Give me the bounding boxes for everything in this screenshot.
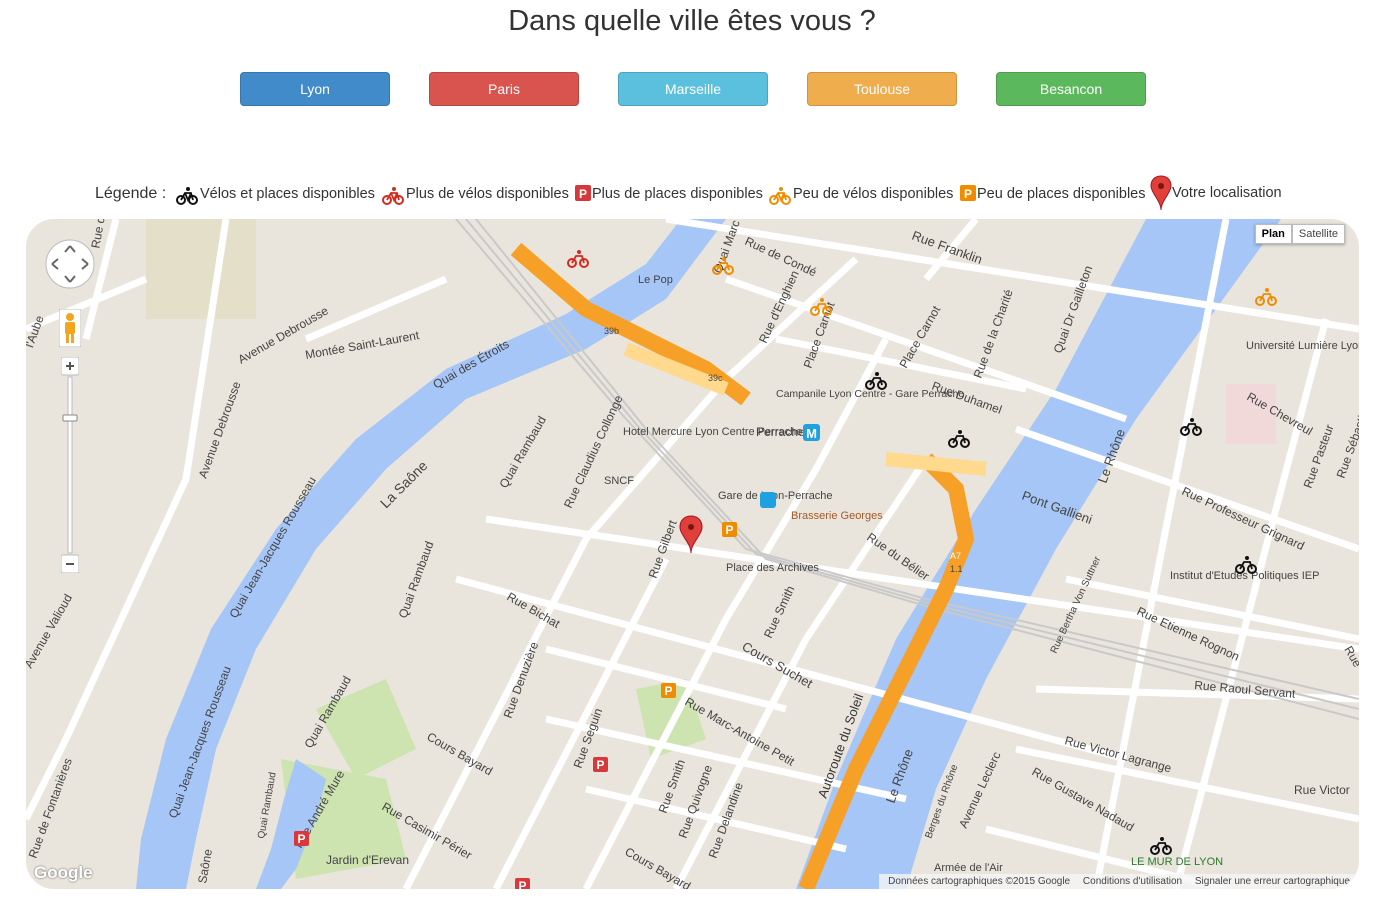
legend-label-few-places: Peu de places disponibles <box>977 186 1146 202</box>
svg-text:P: P <box>664 684 672 698</box>
map-label: Rue Smith <box>656 758 688 815</box>
map-label: 1.1 <box>950 564 963 574</box>
map-label: Rue Sébastien <box>1334 401 1359 480</box>
map-label: Armée de l'Air <box>934 862 1003 874</box>
map-label: l'Aube <box>26 313 47 349</box>
city-button-besancon[interactable]: Besancon <box>996 72 1146 106</box>
page-title: Dans quelle ville êtes vous ? <box>508 5 876 37</box>
report-error-link[interactable]: Signaler une erreur cartographique <box>1195 876 1350 887</box>
parking-red-icon[interactable]: P <box>294 831 309 846</box>
map-base-layer[interactable]: Rue de la Soeur Bouvier l'Aube Avenue De… <box>26 219 1359 889</box>
google-logo[interactable]: Google <box>34 863 93 883</box>
legend-label-location: Votre localisation <box>1172 185 1282 201</box>
legend-label-no-places: Plus de places disponibles <box>592 186 763 202</box>
zoom-control[interactable] <box>61 357 79 573</box>
svg-text:P: P <box>964 187 972 201</box>
bike-black-icon <box>176 187 198 205</box>
map-label: Perrache <box>756 425 805 439</box>
map-label: Rue Victor <box>1294 783 1350 797</box>
city-button-lyon[interactable]: Lyon <box>240 72 390 106</box>
map-label: Avenue Leclerc <box>956 750 1004 831</box>
map-label: Quai Rambaud <box>256 771 279 839</box>
parking-orange-icon: P <box>960 185 976 201</box>
map-data-credit: Données cartographiques ©2015 Google <box>888 876 1071 887</box>
map-label: Le Pop <box>638 274 673 286</box>
city-button-toulouse[interactable]: Toulouse <box>807 72 957 106</box>
map-type-satellite[interactable]: Satellite <box>1291 224 1345 244</box>
svg-text:P: P <box>579 187 587 201</box>
map-label: Cours Bayard <box>623 844 694 889</box>
parking-red-icon[interactable]: P <box>593 757 608 772</box>
map-label: Brasserie Georges <box>791 510 883 522</box>
map-label: 39c <box>708 373 723 383</box>
svg-text:M: M <box>806 426 817 441</box>
parking-red-icon: P <box>575 185 591 201</box>
parking-orange-icon[interactable]: P <box>661 683 676 698</box>
legend: Légende : Vélos et places disponibles Pl… <box>0 175 1380 214</box>
map-label: Quai Rambaud <box>396 539 437 620</box>
map-label: Rue Denuzière <box>501 640 542 720</box>
map-label: Université Lumière Lyon 2 <box>1246 340 1359 352</box>
map-attribution: Données cartographiques ©2015 Google Con… <box>879 874 1359 889</box>
map-label: Rue Claudius Collonge <box>561 393 626 510</box>
svg-text:P: P <box>725 523 733 537</box>
metro-icon: M <box>803 424 820 441</box>
svg-text:P: P <box>518 879 526 889</box>
bike-orange-icon[interactable] <box>1255 288 1277 306</box>
parking-orange-icon[interactable]: P <box>722 522 737 537</box>
map-label: A7 <box>950 551 961 561</box>
pan-control[interactable] <box>44 238 96 290</box>
city-button-paris[interactable]: Paris <box>429 72 579 106</box>
map-label: Rue Professeur Grignard <box>1180 484 1307 553</box>
map-label: Avenue Debrousse <box>196 379 244 480</box>
parking-red-icon[interactable]: P <box>515 878 530 889</box>
zoom-slider <box>67 376 73 554</box>
map-label: Rue Smith <box>761 584 797 641</box>
street-view-pegman-icon[interactable] <box>59 309 81 347</box>
bike-red-icon <box>382 187 404 205</box>
map-label: Rue de la Charité <box>971 287 1016 380</box>
map-type-plan[interactable]: Plan <box>1254 224 1292 244</box>
bike-red-icon[interactable] <box>567 250 589 268</box>
svg-text:P: P <box>297 832 305 846</box>
map[interactable]: Rue de la Soeur Bouvier l'Aube Avenue De… <box>26 219 1359 889</box>
legend-heading: Légende : <box>95 185 167 202</box>
train-station-icon <box>760 492 776 508</box>
legend-label-few-bikes: Peu de vélos disponibles <box>793 186 954 202</box>
map-type-control: Plan Satellite <box>1254 224 1345 244</box>
map-label: SNCF <box>604 475 634 487</box>
map-label: Place Carnot <box>896 303 943 371</box>
zoom-slider-handle <box>62 414 78 422</box>
map-label: Saône <box>195 848 215 885</box>
city-button-marseille[interactable]: Marseille <box>618 72 768 106</box>
map-label: Avenue Valioud <box>26 592 75 671</box>
svg-text:P: P <box>596 758 604 772</box>
map-label: Institut d'Etudes Politiques IEP <box>1170 570 1319 582</box>
bike-black-icon[interactable] <box>1150 837 1172 855</box>
legend-label-available: Vélos et places disponibles <box>200 186 375 202</box>
bike-orange-icon <box>769 187 791 205</box>
map-label: Quai Rambaud <box>496 414 548 491</box>
map-label: Place des Archives <box>726 562 819 574</box>
location-pin-icon <box>1150 175 1172 211</box>
legend-label-no-bikes: Plus de vélos disponibles <box>406 186 569 202</box>
map-label: LE MUR DE LYON <box>1131 856 1223 868</box>
terms-link[interactable]: Conditions d'utilisation <box>1083 876 1182 887</box>
map-label: Jardin d'Erevan <box>326 853 409 867</box>
bike-black-icon[interactable] <box>948 430 970 448</box>
map-label: 39b <box>604 326 619 336</box>
